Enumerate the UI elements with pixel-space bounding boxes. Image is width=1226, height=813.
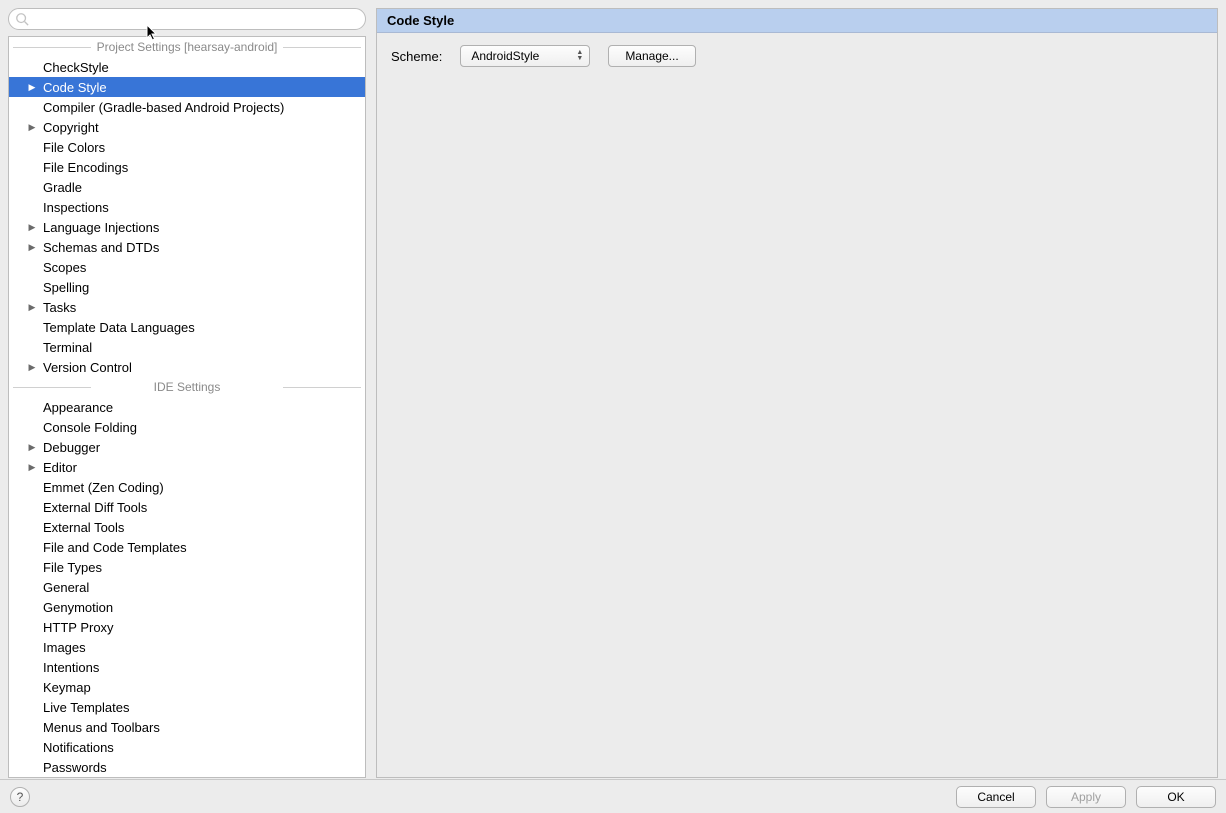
expand-arrow-icon[interactable]: ▶	[25, 302, 39, 313]
tree-item-label: Schemas and DTDs	[39, 240, 159, 255]
project-item[interactable]: File Colors	[9, 137, 365, 157]
expand-arrow-icon[interactable]: ▶	[25, 82, 39, 93]
tree-item-label: Language Injections	[39, 220, 159, 235]
tree-item-label: Editor	[39, 460, 77, 475]
tree-item-label: Scopes	[39, 260, 86, 275]
ide-item[interactable]: ▶Debugger	[9, 437, 365, 457]
tree-item-label: Terminal	[39, 340, 92, 355]
tree-item-label: Intentions	[39, 660, 99, 675]
ide-item[interactable]: General	[9, 577, 365, 597]
tree-item-label: Version Control	[39, 360, 132, 375]
ide-item[interactable]: Console Folding	[9, 417, 365, 437]
project-item[interactable]: Compiler (Gradle-based Android Projects)	[9, 97, 365, 117]
project-item[interactable]: File Encodings	[9, 157, 365, 177]
tree-item-label: Gradle	[39, 180, 82, 195]
project-item[interactable]: Spelling	[9, 277, 365, 297]
project-item[interactable]: Inspections	[9, 197, 365, 217]
tree-item-label: Debugger	[39, 440, 100, 455]
settings-detail-panel: Code Style Scheme: AndroidStyle ▲▼ Manag…	[376, 8, 1218, 778]
expand-arrow-icon[interactable]: ▶	[25, 222, 39, 233]
settings-tree[interactable]: Project Settings [hearsay-android] Check…	[8, 36, 366, 778]
project-item[interactable]: ▶Copyright	[9, 117, 365, 137]
project-item[interactable]: Gradle	[9, 177, 365, 197]
ide-item[interactable]: External Tools	[9, 517, 365, 537]
cancel-button[interactable]: Cancel	[956, 786, 1036, 808]
scheme-combo-value: AndroidStyle	[471, 49, 539, 63]
ide-item[interactable]: HTTP Proxy	[9, 617, 365, 637]
ide-item[interactable]: File Types	[9, 557, 365, 577]
ide-item[interactable]: File and Code Templates	[9, 537, 365, 557]
tree-item-label: External Tools	[39, 520, 124, 535]
help-button[interactable]: ?	[10, 787, 30, 807]
scheme-label: Scheme:	[391, 49, 442, 64]
tree-item-label: General	[39, 580, 89, 595]
tree-item-label: File Encodings	[39, 160, 128, 175]
tree-item-label: Notifications	[39, 740, 114, 755]
tree-item-label: Keymap	[39, 680, 91, 695]
tree-item-label: File Colors	[39, 140, 105, 155]
project-item[interactable]: Terminal	[9, 337, 365, 357]
panel-title: Code Style	[377, 9, 1217, 33]
tree-item-label: File Types	[39, 560, 102, 575]
ide-item[interactable]: Genymotion	[9, 597, 365, 617]
project-item[interactable]: CheckStyle	[9, 57, 365, 77]
dialog-footer: ? Cancel Apply OK	[0, 779, 1226, 813]
tree-item-label: Genymotion	[39, 600, 113, 615]
tree-item-label: File and Code Templates	[39, 540, 187, 555]
tree-item-label: Emmet (Zen Coding)	[39, 480, 164, 495]
expand-arrow-icon[interactable]: ▶	[25, 462, 39, 473]
section-ide-settings: IDE Settings	[9, 377, 365, 397]
tree-item-label: Compiler (Gradle-based Android Projects)	[39, 100, 284, 115]
ide-item[interactable]: Emmet (Zen Coding)	[9, 477, 365, 497]
tree-item-label: Passwords	[39, 760, 107, 775]
project-item[interactable]: ▶Tasks	[9, 297, 365, 317]
tree-item-label: Code Style	[39, 80, 107, 95]
tree-item-label: Inspections	[39, 200, 109, 215]
expand-arrow-icon[interactable]: ▶	[25, 442, 39, 453]
ide-item[interactable]: Live Templates	[9, 697, 365, 717]
ide-item[interactable]: Appearance	[9, 397, 365, 417]
tree-item-label: CheckStyle	[39, 60, 109, 75]
tree-item-label: Appearance	[39, 400, 113, 415]
ide-item[interactable]: Notifications	[9, 737, 365, 757]
tree-item-label: Template Data Languages	[39, 320, 195, 335]
project-item[interactable]: ▶Schemas and DTDs	[9, 237, 365, 257]
tree-item-label: Spelling	[39, 280, 89, 295]
updown-icon: ▲▼	[576, 50, 583, 62]
ide-item[interactable]: Passwords	[9, 757, 365, 777]
expand-arrow-icon[interactable]: ▶	[25, 362, 39, 373]
ide-item[interactable]: ▶Editor	[9, 457, 365, 477]
tree-item-label: HTTP Proxy	[39, 620, 114, 635]
tree-item-label: Images	[39, 640, 86, 655]
ide-item[interactable]: Menus and Toolbars	[9, 717, 365, 737]
expand-arrow-icon[interactable]: ▶	[25, 122, 39, 133]
scheme-combo[interactable]: AndroidStyle ▲▼	[460, 45, 590, 67]
tree-item-label: Menus and Toolbars	[39, 720, 160, 735]
search-box[interactable]	[8, 8, 366, 30]
project-item[interactable]: Template Data Languages	[9, 317, 365, 337]
ide-item[interactable]: Intentions	[9, 657, 365, 677]
manage-button[interactable]: Manage...	[608, 45, 695, 67]
tree-item-label: Tasks	[39, 300, 76, 315]
project-item[interactable]: ▶Version Control	[9, 357, 365, 377]
section-project-settings: Project Settings [hearsay-android]	[9, 37, 365, 57]
tree-item-label: Live Templates	[39, 700, 129, 715]
project-item[interactable]: ▶Language Injections	[9, 217, 365, 237]
ide-item[interactable]: External Diff Tools	[9, 497, 365, 517]
ok-button[interactable]: OK	[1136, 786, 1216, 808]
ide-item[interactable]: Images	[9, 637, 365, 657]
tree-item-label: External Diff Tools	[39, 500, 147, 515]
apply-button[interactable]: Apply	[1046, 786, 1126, 808]
ide-item[interactable]: Keymap	[9, 677, 365, 697]
tree-item-label: Copyright	[39, 120, 99, 135]
search-input[interactable]	[33, 9, 357, 29]
tree-item-label: Console Folding	[39, 420, 137, 435]
project-item[interactable]: ▶Code Style	[9, 77, 365, 97]
settings-sidebar: Project Settings [hearsay-android] Check…	[8, 8, 366, 778]
project-item[interactable]: Scopes	[9, 257, 365, 277]
expand-arrow-icon[interactable]: ▶	[25, 242, 39, 253]
search-icon	[15, 12, 29, 26]
